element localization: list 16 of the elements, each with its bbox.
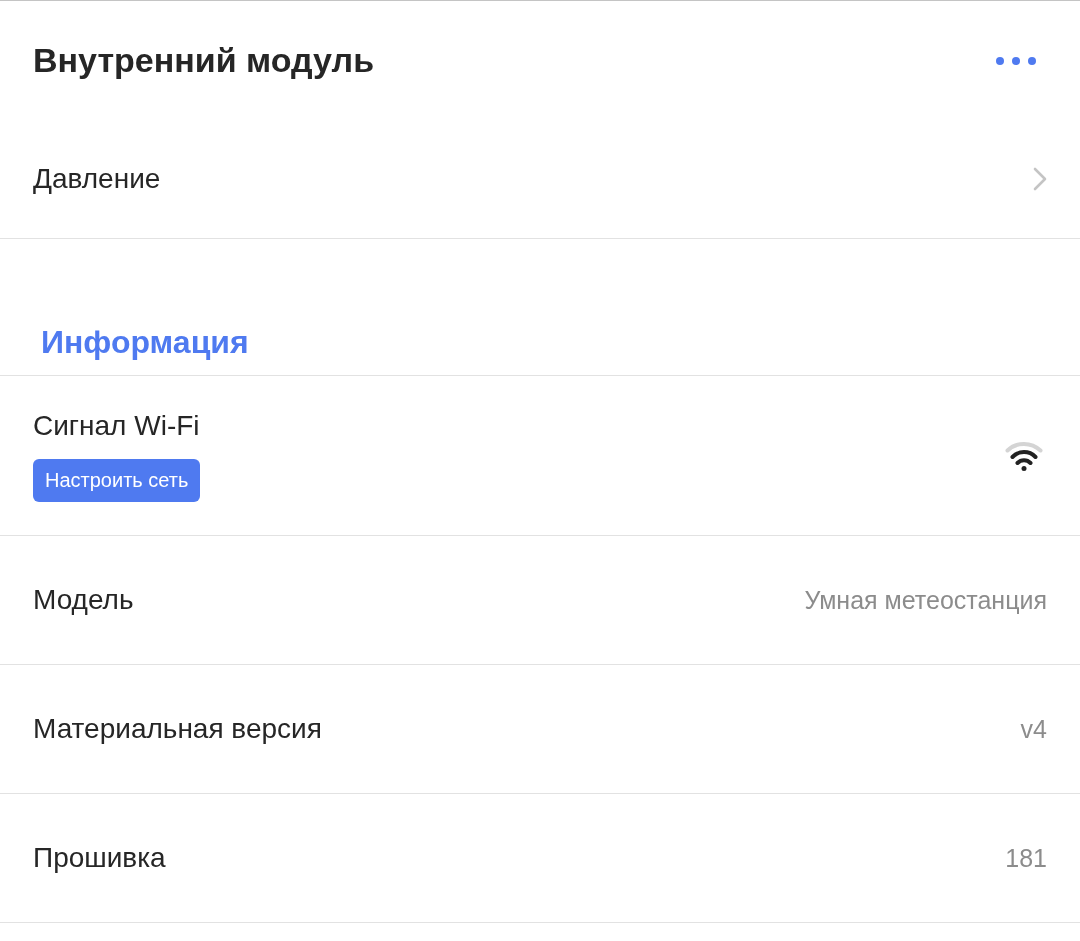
row-label: Давление xyxy=(33,163,161,195)
wifi-signal-icon xyxy=(1005,440,1043,471)
row-value: v4 xyxy=(1020,714,1047,744)
more-button[interactable] xyxy=(996,56,1036,65)
row-label: Сигнал Wi-Fi xyxy=(33,409,200,442)
row-label: Прошивка xyxy=(33,842,166,874)
row-value: 181 xyxy=(1005,843,1047,873)
chevron-right-icon xyxy=(1033,167,1047,191)
page-title: Внутренний модуль xyxy=(33,41,375,80)
row-label: Модель xyxy=(33,584,134,616)
row-value: Умная метеостанция xyxy=(804,585,1047,615)
section-title: Информация xyxy=(41,324,249,361)
row-label: Материальная версия xyxy=(33,713,322,745)
configure-network-button[interactable]: Настроить сеть xyxy=(33,458,201,502)
more-icon xyxy=(996,56,1036,65)
pressure-row[interactable]: Давление xyxy=(0,120,1080,239)
